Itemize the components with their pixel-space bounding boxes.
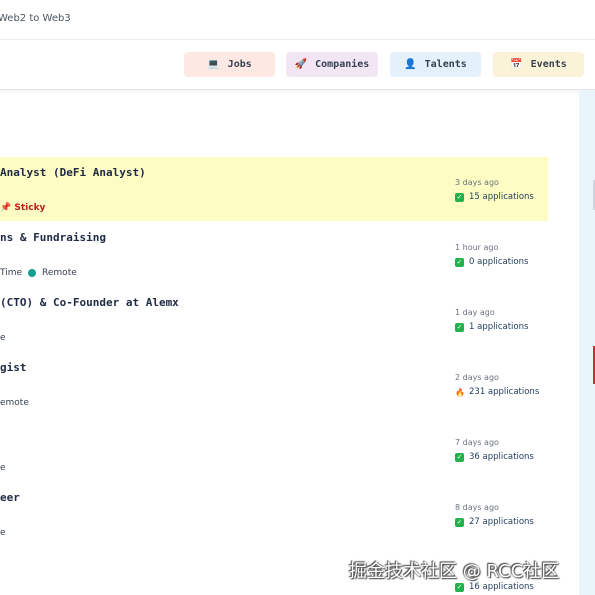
job-row[interactable]: gist emote 2 days ago 🔥 231 applications: [0, 352, 548, 416]
rocket-icon: 🚀: [294, 59, 308, 70]
nav-companies-label: Companies: [315, 59, 370, 70]
job-applications: ✓ 16 applications: [455, 582, 534, 592]
job-row[interactable]: eer e 8 days ago ✓ 27 applications: [0, 482, 548, 546]
fire-icon: 🔥: [455, 387, 465, 397]
job-tags: Time Remote: [0, 268, 77, 278]
job-tags: e: [0, 528, 6, 538]
nav-talents-label: Talents: [424, 59, 467, 70]
job-title[interactable]: Analyst (DeFi Analyst): [0, 166, 146, 179]
nav-bar: 💻 Jobs 🚀 Companies 👤 Talents 📅 Events: [0, 40, 595, 90]
job-posted-time: 8 days ago: [455, 503, 499, 512]
job-title[interactable]: gist: [0, 361, 27, 374]
right-side-panel: [579, 90, 595, 595]
job-title[interactable]: ns & Fundraising: [0, 231, 106, 244]
job-applications: ✓ 0 applications: [455, 257, 528, 267]
nav-talents-button[interactable]: 👤 Talents: [390, 52, 481, 77]
job-tags: e: [0, 463, 6, 473]
watermark: 掘金技术社区 @ RCC社区: [349, 561, 560, 582]
job-row[interactable]: Analyst (DeFi Analyst) 📌 Sticky 3 days a…: [0, 157, 548, 221]
applications-count: 231 applications: [469, 387, 540, 397]
job-applications: 🔥 231 applications: [455, 387, 539, 397]
job-type-tag: Time: [0, 268, 23, 278]
job-row[interactable]: e 7 days ago ✓ 36 applications: [0, 417, 548, 481]
applications-count: 0 applications: [469, 257, 529, 267]
job-applications: ✓ 36 applications: [455, 452, 534, 462]
check-icon: ✓: [455, 257, 464, 267]
sticky-label: Sticky: [14, 203, 46, 213]
job-tag: e: [0, 333, 6, 343]
nav-events-label: Events: [530, 59, 567, 70]
nav-jobs-button[interactable]: 💻 Jobs: [184, 52, 275, 77]
job-tag: e: [0, 528, 6, 538]
job-posted-time: 1 day ago: [455, 308, 495, 317]
check-icon: ✓: [455, 322, 464, 332]
pin-icon: 📌: [0, 203, 12, 213]
check-icon: ✓: [455, 582, 464, 592]
location-tag: Remote: [42, 268, 77, 278]
job-row[interactable]: (CTO) & Co-Founder at Alemx e 1 day ago …: [0, 287, 548, 351]
nav-companies-button[interactable]: 🚀 Companies: [286, 52, 378, 77]
applications-count: 15 applications: [469, 192, 534, 202]
nav-jobs-label: Jobs: [227, 59, 252, 70]
job-tags: e: [0, 333, 6, 343]
job-title[interactable]: (CTO) & Co-Founder at Alemx: [0, 296, 179, 309]
job-tag: e: [0, 463, 6, 473]
top-bar: Web2 to Web3: [0, 0, 595, 40]
job-applications: ✓ 15 applications: [455, 192, 534, 202]
job-tags: 📌 Sticky: [0, 203, 45, 213]
check-icon: ✓: [455, 452, 464, 462]
nav-events-button[interactable]: 📅 Events: [493, 52, 584, 77]
calendar-icon: 📅: [510, 59, 523, 70]
job-row[interactable]: ns & Fundraising Time Remote 1 hour ago …: [0, 222, 548, 286]
sticky-badge: 📌 Sticky: [0, 203, 45, 213]
job-posted-time: 7 days ago: [455, 438, 499, 447]
applications-count: 36 applications: [469, 452, 534, 462]
job-posted-time: 1 hour ago: [455, 243, 499, 252]
job-applications: ✓ 1 applications: [455, 322, 528, 332]
check-icon: ✓: [455, 192, 464, 202]
applications-count: 16 applications: [469, 582, 534, 592]
applications-count: 27 applications: [469, 517, 534, 527]
job-tags: emote: [0, 398, 29, 408]
globe-icon: [28, 269, 37, 277]
job-posted-time: 3 days ago: [455, 178, 499, 187]
person-icon: 👤: [404, 59, 417, 70]
site-title[interactable]: Web2 to Web3: [0, 13, 71, 24]
job-posted-time: 2 days ago: [455, 373, 499, 382]
location-tag: emote: [0, 398, 29, 408]
applications-count: 1 applications: [469, 322, 529, 332]
job-title[interactable]: eer: [0, 491, 20, 504]
check-icon: ✓: [455, 517, 464, 527]
laptop-icon: 💻: [207, 59, 220, 70]
job-applications: ✓ 27 applications: [455, 517, 534, 527]
